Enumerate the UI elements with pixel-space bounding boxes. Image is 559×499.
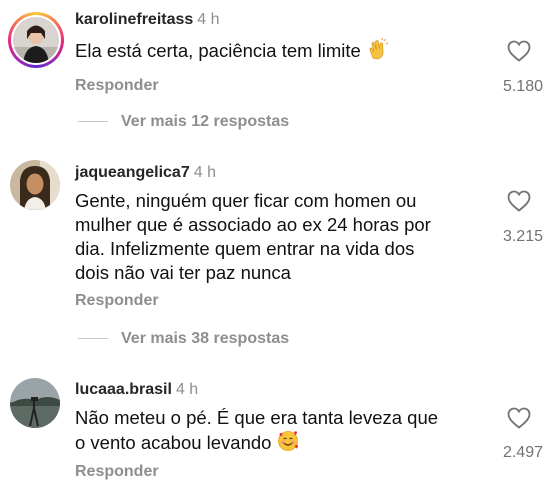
divider-line [78,121,108,123]
like-count: 5.180 [502,78,543,95]
clapping-hands-icon [367,37,389,60]
view-more-replies[interactable]: Ver mais 12 respostas [78,113,289,131]
avatar[interactable] [10,160,60,210]
comment-text: Ela está certa, paciência tem limite [75,37,475,63]
comment-header: lucaaa.brasil 4 h [75,380,198,400]
username[interactable]: lucaaa.brasil [75,381,172,398]
timestamp: 4 h [197,11,220,28]
comment-text-line: mulher que é associado ao ex 24 horas po… [75,214,431,235]
divider-line [78,338,108,340]
comment-text: Gente, ninguém quer ficar com homen ou m… [75,189,475,285]
comment-header: karolinefreitass 4 h [75,10,220,30]
comment-text-line: Não meteu o pé. É que era tanta leveza q… [75,407,439,428]
comment-header: jaqueangelica7 4 h [75,163,216,183]
heart-icon[interactable] [507,40,531,62]
comment-text-line: Gente, ninguém quer ficar com homen ou [75,190,417,211]
reply-button[interactable]: Responder [75,77,159,95]
timestamp: 4 h [193,164,216,181]
comment-text: Não meteu o pé. É que era tanta leveza q… [75,406,475,455]
avatar-story-ring[interactable] [8,12,64,68]
view-more-replies[interactable]: Ver mais 38 respostas [78,330,289,348]
timestamp: 4 h [175,381,199,398]
like-count: 2.497 [502,444,543,461]
comment-text-line-with-emoji: o vento acabou levando [75,430,475,455]
heart-icon[interactable] [507,407,531,429]
like-count: 3.215 [502,228,543,245]
avatar[interactable] [13,17,59,63]
heart-icon[interactable] [507,190,531,212]
reply-button[interactable]: Responder [75,292,159,310]
username[interactable]: jaqueangelica7 [75,164,190,181]
reply-button[interactable]: Responder [75,463,159,481]
smiling-face-with-hearts-icon [277,430,299,452]
comment-text-line: dois não vai ter paz nunca [75,262,291,283]
comment-text-line: dia. Infelizmente quem entrar na vida do… [75,238,415,259]
avatar[interactable] [10,378,60,428]
username[interactable]: karolinefreitass [75,11,193,28]
